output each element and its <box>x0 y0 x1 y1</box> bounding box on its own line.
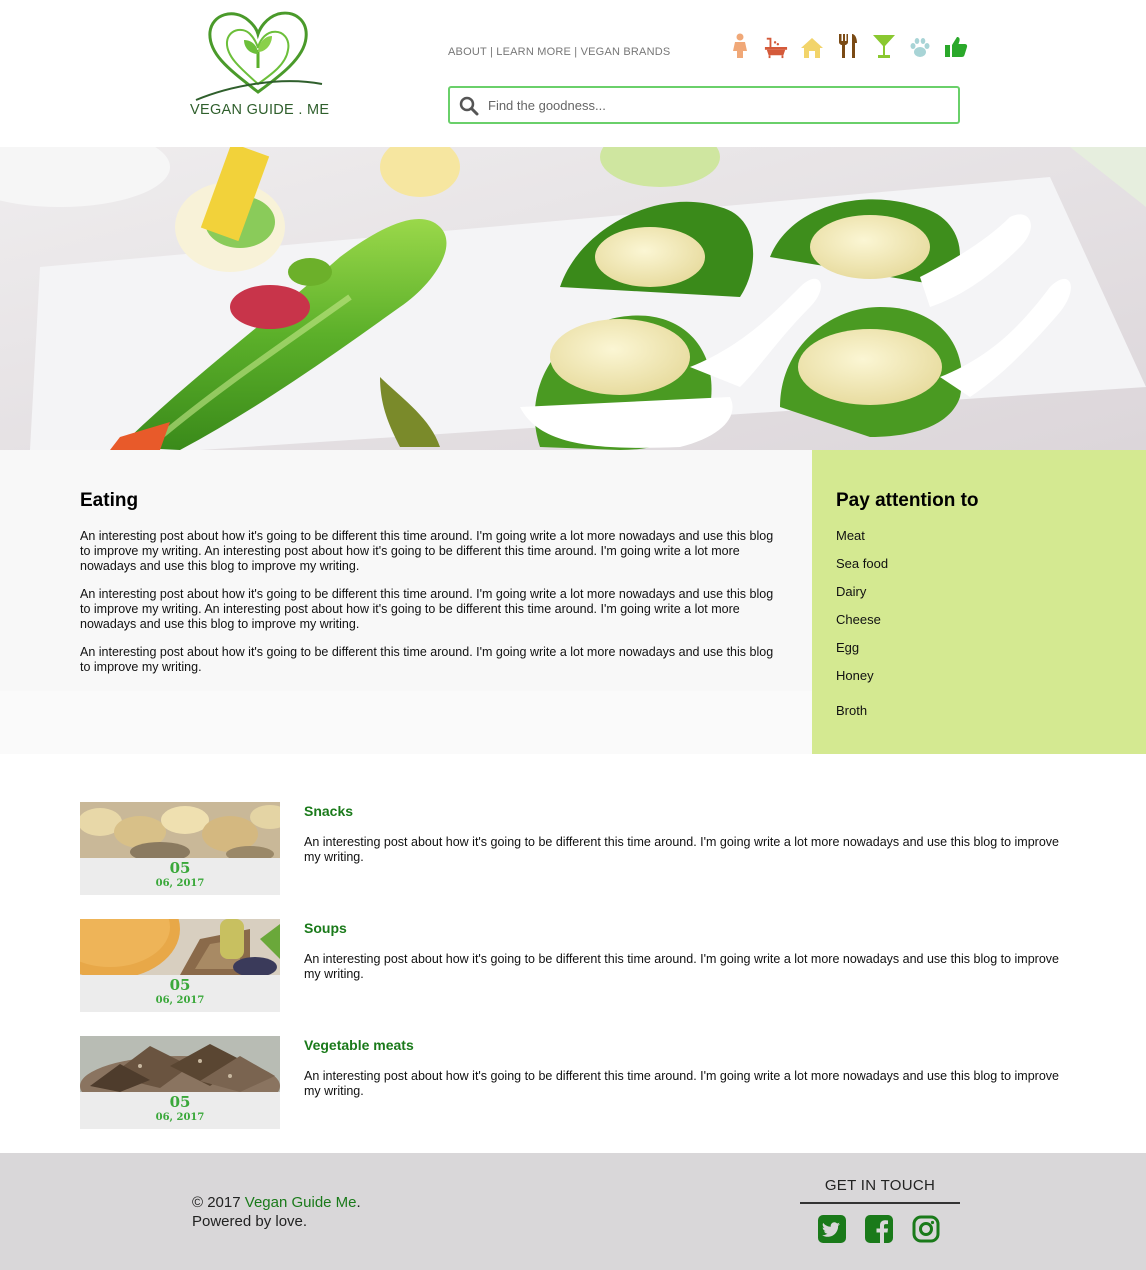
post-day: 05 <box>169 859 191 877</box>
copyright: © 2017 Vegan Guide Me. Powered by love. <box>192 1193 361 1231</box>
search-input[interactable] <box>488 92 948 118</box>
site-logo[interactable]: VEGAN GUIDE . ME <box>190 6 330 124</box>
copyright-suffix: . <box>356 1194 361 1211</box>
bathtub-icon[interactable] <box>764 33 788 59</box>
post-day: 05 <box>169 976 191 994</box>
sidebar-item-honey[interactable]: Honey <box>836 668 888 696</box>
site-header: VEGAN GUIDE . ME ABOUT | LEARN MORE | VE… <box>0 0 1146 147</box>
post-date: 06, 2017 <box>155 995 205 1006</box>
powered-by: Powered by love. <box>192 1213 308 1230</box>
article-title: Eating <box>80 490 139 511</box>
article-panel-footer <box>0 691 812 754</box>
thumbs-up-icon[interactable] <box>944 33 968 59</box>
main-section: Eating An interesting post about how it'… <box>0 450 1146 754</box>
post-day: 05 <box>169 1093 191 1111</box>
hero-image <box>0 147 1146 450</box>
nav-about[interactable]: ABOUT <box>448 46 487 58</box>
article-paragraph: An interesting post about how it's going… <box>80 587 774 631</box>
home-icon[interactable] <box>800 33 824 59</box>
top-nav: ABOUT | LEARN MORE | VEGAN BRANDS <box>448 46 670 58</box>
search-icon[interactable] <box>459 96 479 116</box>
post-image <box>80 802 280 858</box>
paw-icon[interactable] <box>908 33 932 59</box>
article-paragraph: An interesting post about how it's going… <box>80 529 774 573</box>
post-excerpt: An interesting post about how it's going… <box>304 1069 1059 1098</box>
article-paragraph: An interesting post about how it's going… <box>80 645 774 674</box>
social-links <box>818 1215 940 1243</box>
sidebar-item-meat[interactable]: Meat <box>836 528 888 556</box>
post-date: 06, 2017 <box>155 878 205 889</box>
sidebar: Pay attention to Meat Sea food Dairy Che… <box>812 450 1146 754</box>
post-title[interactable]: Vegetable meats <box>304 1037 414 1053</box>
footer-site-link[interactable]: Vegan Guide Me <box>245 1194 357 1211</box>
sidebar-item-broth[interactable]: Broth <box>836 703 888 731</box>
search-box <box>448 86 960 124</box>
nav-separator: | <box>486 46 497 58</box>
facebook-icon[interactable] <box>865 1215 893 1243</box>
sidebar-list: Meat Sea food Dairy Cheese Egg Honey Bro… <box>836 528 888 731</box>
get-in-touch-heading: GET IN TOUCH <box>800 1177 960 1204</box>
article-panel: Eating An interesting post about how it'… <box>0 450 812 691</box>
nav-separator: | <box>571 46 581 58</box>
sidebar-title: Pay attention to <box>836 490 979 511</box>
post-thumbnail[interactable]: 05 06, 2017 <box>80 1036 280 1129</box>
copyright-prefix: © 2017 <box>192 1194 245 1211</box>
heart-logo-icon <box>195 11 323 101</box>
post-excerpt: An interesting post about how it's going… <box>304 835 1059 864</box>
post-title[interactable]: Snacks <box>304 803 353 819</box>
site-footer: © 2017 Vegan Guide Me. Powered by love. … <box>0 1153 1146 1270</box>
logo-text: VEGAN GUIDE . ME <box>190 102 330 118</box>
sidebar-item-sea-food[interactable]: Sea food <box>836 556 888 584</box>
post-item: 05 06, 2017 Snacks An interesting post a… <box>80 802 1070 895</box>
person-icon[interactable] <box>728 33 752 59</box>
nav-vegan-brands[interactable]: VEGAN BRANDS <box>581 46 671 58</box>
article-body: An interesting post about how it's going… <box>80 529 782 688</box>
cocktail-icon[interactable] <box>872 33 896 59</box>
instagram-icon[interactable] <box>912 1215 940 1243</box>
nav-learn-more[interactable]: LEARN MORE <box>496 46 571 58</box>
post-thumbnail[interactable]: 05 06, 2017 <box>80 802 280 895</box>
twitter-icon[interactable] <box>818 1215 846 1243</box>
utensils-icon[interactable] <box>836 33 860 59</box>
post-image <box>80 1036 280 1092</box>
category-icons <box>728 33 968 59</box>
sidebar-item-cheese[interactable]: Cheese <box>836 612 888 640</box>
sidebar-item-egg[interactable]: Egg <box>836 640 888 668</box>
posts-list: 05 06, 2017 Snacks An interesting post a… <box>0 754 1146 1153</box>
post-item: 05 06, 2017 Soups An interesting post ab… <box>80 919 1070 1012</box>
sidebar-item-dairy[interactable]: Dairy <box>836 584 888 612</box>
post-image <box>80 919 280 975</box>
post-thumbnail[interactable]: 05 06, 2017 <box>80 919 280 1012</box>
post-date: 06, 2017 <box>155 1112 205 1123</box>
post-title[interactable]: Soups <box>304 920 347 936</box>
post-item: 05 06, 2017 Vegetable meats An interesti… <box>80 1036 1070 1129</box>
post-excerpt: An interesting post about how it's going… <box>304 952 1059 981</box>
